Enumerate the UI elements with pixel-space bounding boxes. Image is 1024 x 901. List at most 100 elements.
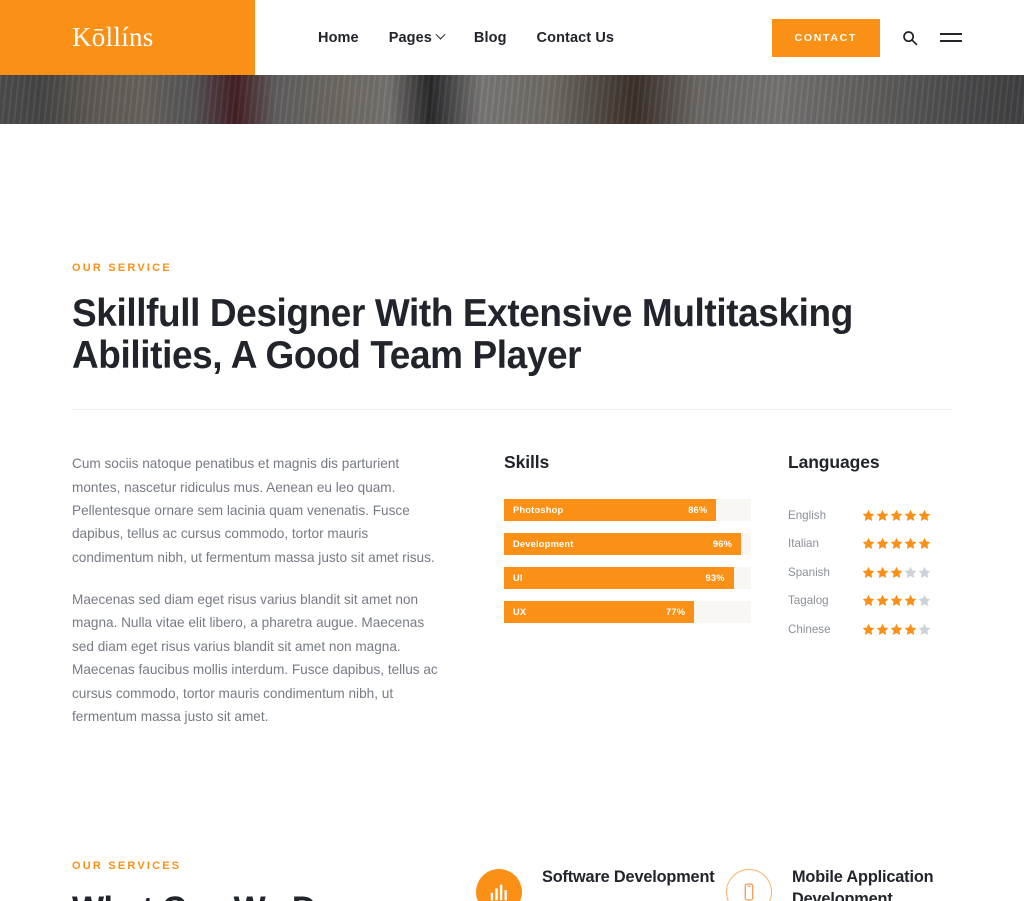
star-rating xyxy=(862,566,931,579)
skill-percent: 93% xyxy=(705,573,725,584)
hamburger-menu-icon xyxy=(940,33,962,42)
star-filled-icon xyxy=(904,509,917,521)
nav-label: Home xyxy=(318,29,359,46)
skills-list: Photoshop 86% Development 96% UI 93% UX … xyxy=(504,499,751,624)
services-intro: OUR SERVICES What Can We Do For Your Bus… xyxy=(72,860,402,901)
service-paragraph: Maecenas sed diam eget risus varius blan… xyxy=(72,592,438,724)
skill-label: Photoshop xyxy=(513,505,564,516)
skill-percent: 96% xyxy=(712,539,733,550)
search-button[interactable] xyxy=(902,30,918,46)
skill-label: UI xyxy=(513,573,523,584)
star-rating xyxy=(862,509,931,522)
skill-fill: Photoshop 86% xyxy=(504,499,717,522)
skill-track: UI 93% xyxy=(504,567,751,590)
skill-fill: UX 77% xyxy=(504,601,695,624)
star-filled-icon xyxy=(890,566,903,578)
star-rating xyxy=(862,623,931,636)
star-filled-icon xyxy=(876,595,889,607)
star-filled-icon xyxy=(890,509,903,521)
language-row: English xyxy=(788,501,998,530)
skill-track: UX 77% xyxy=(504,601,751,624)
star-filled-icon xyxy=(890,538,903,550)
language-label: Chinese xyxy=(788,622,831,636)
star-filled-icon xyxy=(876,509,889,521)
language-label: Italian xyxy=(788,537,819,551)
star-filled-icon xyxy=(904,623,917,635)
star-filled-icon xyxy=(904,595,917,607)
skill-track: Development 96% xyxy=(504,533,751,556)
skills-column: Skills Photoshop 86% Development 96% UI … xyxy=(504,452,751,728)
skill-row: UI 93% xyxy=(504,567,751,590)
bar-chart-icon xyxy=(490,884,507,901)
service-section: OUR SERVICE Skillfull Designer With Exte… xyxy=(0,124,1024,728)
service-columns: Cum sociis natoque penatibus et magnis d… xyxy=(72,452,952,728)
search-icon xyxy=(903,30,918,45)
star-filled-icon xyxy=(918,509,931,521)
star-empty-icon xyxy=(918,595,931,607)
nav-item-blog[interactable]: Blog xyxy=(474,30,507,46)
menu-button[interactable] xyxy=(940,33,962,42)
service-card[interactable]: Mobile Application Development Lutte eli… xyxy=(726,867,976,901)
skill-fill: UI 93% xyxy=(504,567,734,590)
languages-heading: Languages xyxy=(788,452,880,473)
star-filled-icon xyxy=(890,595,903,607)
service-card-title: Mobile Application Development xyxy=(792,868,934,901)
language-row: Tagalog xyxy=(788,587,998,616)
skill-row: Photoshop 86% xyxy=(504,499,751,522)
languages-list: English Italian Spanish Tagalog Chinese xyxy=(788,501,998,644)
star-filled-icon xyxy=(862,509,875,521)
star-rating xyxy=(862,537,931,550)
star-rating xyxy=(862,594,931,607)
nav-label: Pages xyxy=(388,29,432,46)
nav-item-pages[interactable]: Pages xyxy=(388,29,446,46)
section-divider xyxy=(72,409,952,411)
logo-block[interactable]: Kōllíns xyxy=(0,0,255,75)
star-filled-icon xyxy=(862,538,875,550)
page-title: Skillfull Designer With Extensive Multit… xyxy=(72,292,853,377)
star-filled-icon xyxy=(876,566,889,578)
nav-label: Blog xyxy=(473,29,507,46)
nav-item-contact-us[interactable]: Contact Us xyxy=(537,30,615,46)
header-actions: CONTACT xyxy=(771,0,1024,75)
language-row: Italian xyxy=(788,530,998,559)
star-filled-icon xyxy=(890,623,903,635)
language-row: Chinese xyxy=(788,615,998,644)
services-grid: Software Development Lutte elit tellus s… xyxy=(476,860,976,901)
services-section: OUR SERVICES What Can We Do For Your Bus… xyxy=(0,728,1024,901)
main-navigation: Home Pages Blog Contact Us xyxy=(318,0,614,75)
skill-percent: 77% xyxy=(665,607,686,618)
service-card-title: Software Development xyxy=(542,868,715,887)
language-label: Spanish xyxy=(788,565,830,579)
service-card-icon-wrap xyxy=(476,869,522,901)
star-empty-icon xyxy=(918,623,931,635)
service-paragraph: Cum sociis natoque penatibus et magnis d… xyxy=(72,456,435,565)
skill-row: Development 96% xyxy=(504,533,751,556)
hero-banner xyxy=(0,75,1024,124)
services-title: What Can We Do For Your Business xyxy=(72,890,392,901)
chevron-down-icon xyxy=(435,29,446,40)
language-label: English xyxy=(788,508,827,522)
language-label: Tagalog xyxy=(788,594,829,608)
star-filled-icon xyxy=(918,538,931,550)
skill-row: UX 77% xyxy=(504,601,751,624)
nav-item-home[interactable]: Home xyxy=(318,30,359,46)
skill-fill: Development 96% xyxy=(504,533,742,556)
star-filled-icon xyxy=(904,538,917,550)
languages-column: Languages English Italian Spanish Tagalo… xyxy=(788,452,998,728)
star-filled-icon xyxy=(862,623,875,635)
site-logo: Kōllíns xyxy=(72,22,154,52)
star-filled-icon xyxy=(876,623,889,635)
star-filled-icon xyxy=(862,566,875,578)
star-filled-icon xyxy=(862,595,875,607)
skill-track: Photoshop 86% xyxy=(504,499,751,522)
service-text-column: Cum sociis natoque penatibus et magnis d… xyxy=(72,452,444,728)
service-eyebrow: OUR SERVICE xyxy=(72,262,172,274)
star-filled-icon xyxy=(876,538,889,550)
skill-percent: 86% xyxy=(688,505,708,516)
service-card-icon-wrap xyxy=(726,869,772,901)
skills-heading: Skills xyxy=(504,452,550,473)
skill-label: Development xyxy=(513,539,574,550)
service-card[interactable]: Software Development Lutte elit tellus s… xyxy=(476,867,726,901)
hero-background-image xyxy=(0,75,1024,124)
contact-button[interactable]: CONTACT xyxy=(771,18,880,57)
